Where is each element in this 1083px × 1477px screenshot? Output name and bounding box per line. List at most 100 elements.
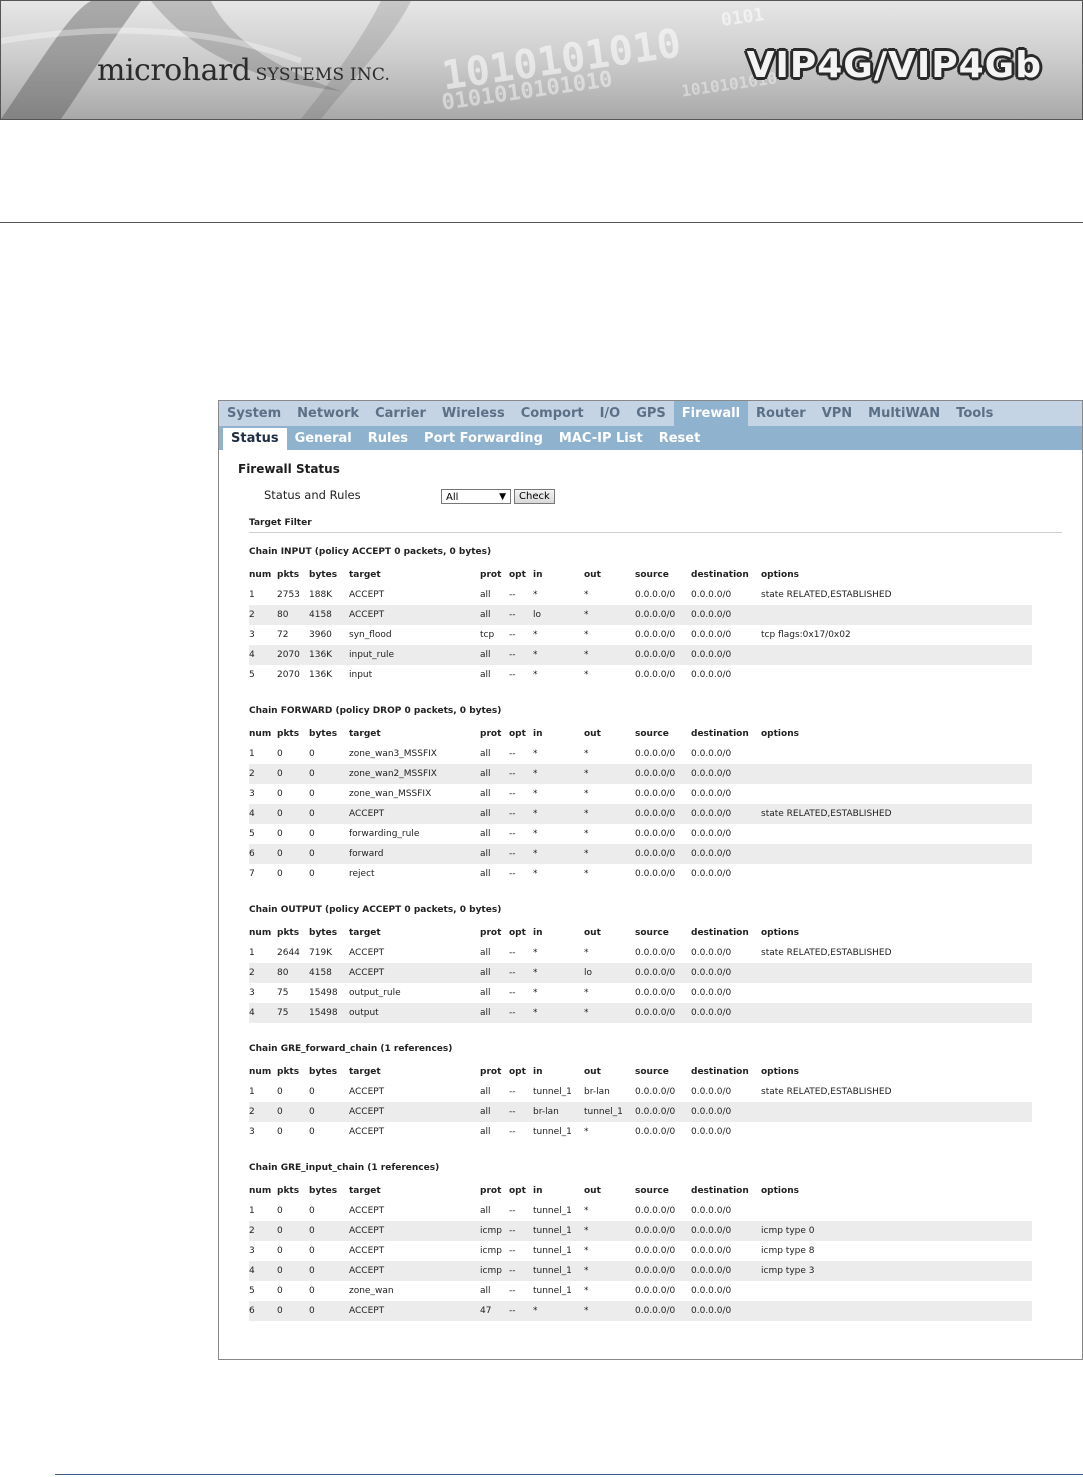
cell-opt: -- bbox=[509, 829, 516, 839]
cell-in: * bbox=[533, 590, 538, 600]
subtab-reset[interactable]: Reset bbox=[651, 428, 709, 450]
column-header-opt: opt bbox=[509, 927, 526, 938]
cell-num: 3 bbox=[249, 1127, 255, 1137]
cell-out: * bbox=[584, 1246, 589, 1256]
cell-out: * bbox=[584, 789, 589, 799]
check-button[interactable]: Check bbox=[514, 489, 555, 504]
table-row: 6 0 0 forward all -- * * 0.0.0.0/0 0.0.0.0/0 bbox=[249, 844, 1032, 864]
cell-in: * bbox=[533, 829, 538, 839]
tab-tools[interactable]: Tools bbox=[948, 401, 1001, 426]
subtab-status[interactable]: Status bbox=[223, 428, 287, 450]
cell-opt: -- bbox=[509, 1301, 533, 1321]
tab-gps[interactable]: GPS bbox=[628, 401, 674, 426]
column-header-target: target bbox=[349, 1066, 381, 1077]
cell-out: * bbox=[584, 764, 635, 784]
cell-opt: -- bbox=[509, 1003, 533, 1023]
cell-bytes: 4158 bbox=[309, 963, 349, 983]
cell-out: * bbox=[584, 948, 589, 958]
cell-out: * bbox=[584, 988, 589, 998]
column-header-bytes: bytes bbox=[309, 569, 338, 580]
tab-network[interactable]: Network bbox=[289, 401, 367, 426]
cell-destination: 0.0.0.0/0 bbox=[691, 590, 732, 600]
cell-prot: icmp bbox=[480, 1221, 509, 1241]
cell-out: * bbox=[584, 1206, 589, 1216]
tab-firewall[interactable]: Firewall bbox=[673, 401, 749, 426]
company-suffix: SYSTEMS INC. bbox=[255, 65, 391, 85]
cell-bytes: 0 bbox=[309, 1087, 315, 1097]
cell-source: 0.0.0.0/0 bbox=[635, 590, 676, 600]
cell-target: zone_wan bbox=[349, 1286, 394, 1296]
main-nav: System Network Carrier Wireless Comport I/O GP… bbox=[219, 401, 1082, 426]
cell-num: 1 bbox=[249, 590, 255, 600]
cell-source: 0.0.0.0/0 bbox=[635, 789, 676, 799]
cell-bytes: 0 bbox=[309, 1246, 315, 1256]
cell-source: 0.0.0.0/0 bbox=[635, 1221, 691, 1241]
cell-in: tunnel_1 bbox=[533, 1261, 584, 1281]
cell-out: * bbox=[584, 804, 635, 824]
cell-num: 2 bbox=[249, 1102, 277, 1122]
subtab-general[interactable]: General bbox=[287, 428, 360, 450]
column-header-source: source bbox=[635, 1066, 669, 1077]
cell-num: 5 bbox=[249, 670, 255, 680]
cell-opt: -- bbox=[509, 869, 516, 879]
cell-out: * bbox=[584, 829, 589, 839]
table-row: 3 0 0 zone_wan_MSSFIX all -- * * 0.0.0.0/0 0.0.0.… bbox=[249, 784, 1032, 804]
cell-prot: all bbox=[480, 844, 509, 864]
cell-opt: -- bbox=[509, 1246, 516, 1256]
tab-vpn[interactable]: VPN bbox=[814, 401, 860, 426]
cell-pkts: 0 bbox=[277, 1301, 309, 1321]
table-header-row: num pkts bytes target prot opt in out source dest… bbox=[249, 723, 1032, 744]
cell-source: 0.0.0.0/0 bbox=[635, 605, 691, 625]
header-divider bbox=[0, 222, 1083, 223]
subtab-port-forwarding[interactable]: Port Forwarding bbox=[416, 428, 551, 450]
cell-bytes: 188K bbox=[309, 590, 333, 600]
cell-options bbox=[761, 864, 1032, 884]
target-filter-label: Target Filter bbox=[249, 518, 1062, 533]
tab-router[interactable]: Router bbox=[748, 401, 814, 426]
cell-out: lo bbox=[584, 963, 635, 983]
cell-prot: tcp bbox=[480, 630, 495, 640]
cell-target: zone_wan2_MSSFIX bbox=[349, 764, 480, 784]
cell-options bbox=[761, 784, 1032, 804]
tab-carrier[interactable]: Carrier bbox=[367, 401, 434, 426]
cell-in: * bbox=[533, 963, 584, 983]
cell-num: 3 bbox=[249, 630, 255, 640]
cell-num: 3 bbox=[249, 789, 255, 799]
cell-bytes: 0 bbox=[309, 1286, 315, 1296]
cell-pkts: 0 bbox=[277, 844, 309, 864]
status-select[interactable]: All ▼ bbox=[441, 489, 511, 504]
column-header-in: in bbox=[533, 927, 543, 938]
cell-destination: 0.0.0.0/0 bbox=[691, 1206, 732, 1216]
tab-multiwan[interactable]: MultiWAN bbox=[860, 401, 948, 426]
cell-in: tunnel_1 bbox=[533, 1087, 572, 1097]
cell-source: 0.0.0.0/0 bbox=[635, 829, 676, 839]
cell-bytes: 15498 bbox=[309, 1003, 349, 1023]
cell-target: ACCEPT bbox=[349, 948, 385, 958]
chain-section: Chain FORWARD (policy DROP 0 packets, 0 … bbox=[249, 704, 1062, 884]
cell-target: zone_wan3_MSSFIX bbox=[349, 749, 437, 759]
tab-system[interactable]: System bbox=[219, 401, 289, 426]
subtab-rules[interactable]: Rules bbox=[360, 428, 416, 450]
cell-bytes: 0 bbox=[309, 844, 349, 864]
cell-target: forward bbox=[349, 844, 480, 864]
cell-prot: all bbox=[480, 605, 509, 625]
tab-comport[interactable]: Comport bbox=[513, 401, 592, 426]
cell-out: * bbox=[584, 749, 589, 759]
cell-bytes: 0 bbox=[309, 869, 315, 879]
subtab-mac-ip-list[interactable]: MAC-IP List bbox=[551, 428, 651, 450]
cell-prot: all bbox=[480, 1286, 491, 1296]
cell-num: 2 bbox=[249, 605, 277, 625]
cell-target: ACCEPT bbox=[349, 804, 480, 824]
dropdown-arrow-icon: ▼ bbox=[499, 492, 506, 502]
cell-num: 4 bbox=[249, 1003, 277, 1023]
cell-destination: 0.0.0.0/0 bbox=[691, 764, 761, 784]
rules-table: num pkts bytes target prot opt in out source dest… bbox=[249, 564, 1032, 685]
cell-opt: -- bbox=[509, 844, 533, 864]
cell-in: * bbox=[533, 988, 538, 998]
cell-out: * bbox=[584, 1286, 589, 1296]
tab-wireless[interactable]: Wireless bbox=[434, 401, 513, 426]
page-title: Firewall Status bbox=[238, 462, 340, 476]
cell-options bbox=[761, 764, 1032, 784]
cell-opt: -- bbox=[509, 590, 516, 600]
tab-i-o[interactable]: I/O bbox=[592, 401, 629, 426]
